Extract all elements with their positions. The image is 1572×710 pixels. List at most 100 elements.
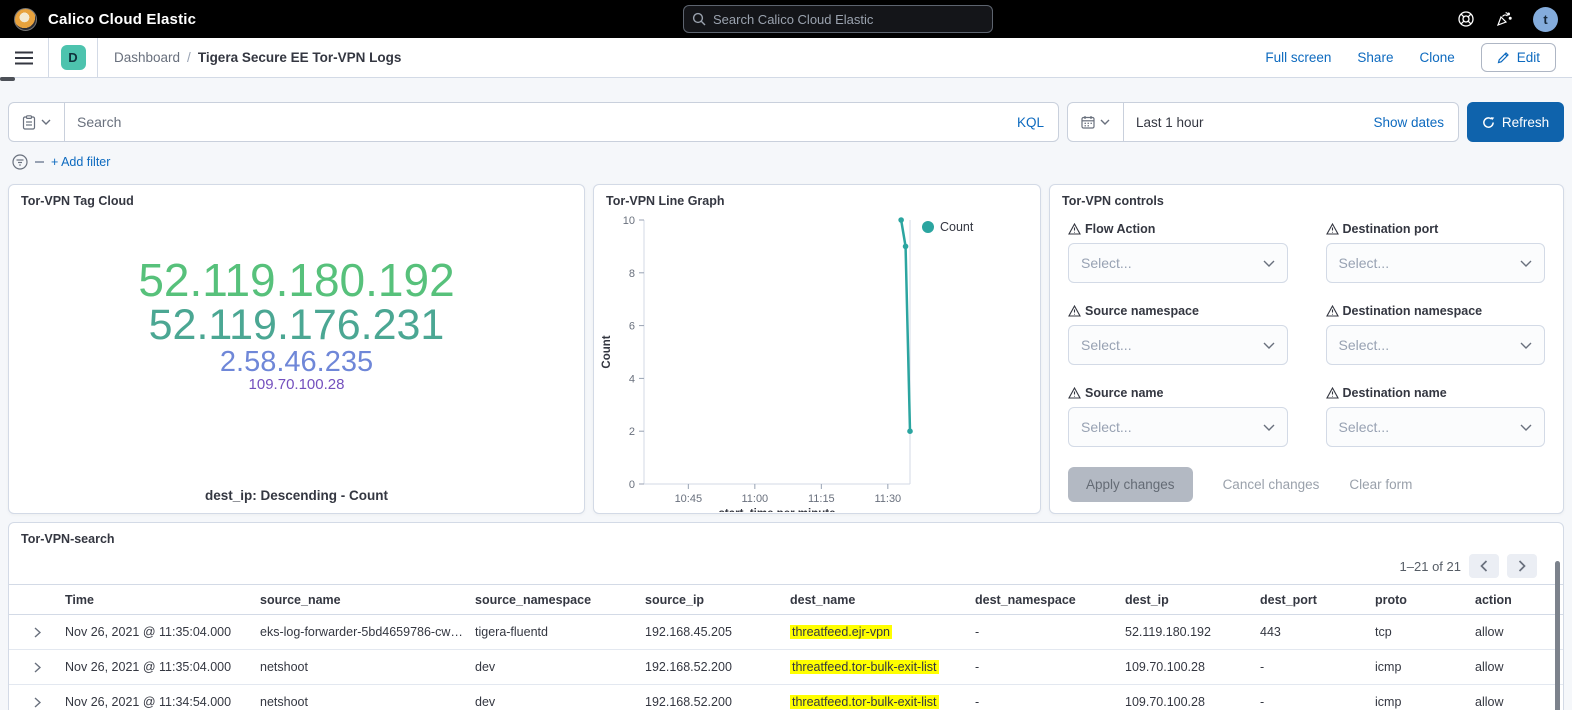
menu-hamburger-icon[interactable] [0,38,49,77]
control-select-source-name[interactable]: Select... [1068,407,1288,447]
cell-dest_ip: 109.70.100.28 [1125,695,1260,709]
legend-dot [922,221,934,233]
control-field: Source name Select... [1068,386,1288,447]
control-select-destination-namespace[interactable]: Select... [1326,325,1546,365]
controls-title: Tor-VPN controls [1050,185,1563,208]
control-select-source-namespace[interactable]: Select... [1068,325,1288,365]
svg-text:6: 6 [629,321,635,333]
svg-text:Count: Count [601,335,613,368]
tag-cloud-footer-label: dest_ip: Descending - Count [9,488,584,503]
refresh-button[interactable]: Refresh [1467,102,1564,142]
clear-form-button[interactable]: Clear form [1349,477,1412,492]
cell-dest_name: threatfeed.ejr-vpn [790,625,975,639]
cell-source_namespace: dev [475,695,645,709]
user-avatar[interactable]: t [1533,7,1558,32]
time-range-value[interactable]: Last 1 hour [1124,115,1204,130]
refresh-icon [1482,116,1495,129]
chevron-down-icon [1520,424,1532,431]
control-field: Destination namespace Select... [1326,304,1546,365]
kql-label[interactable]: KQL [1003,115,1058,130]
control-label: Source namespace [1068,304,1288,318]
control-select-destination-name[interactable]: Select... [1326,407,1546,447]
cell-source_name: netshoot [260,660,475,674]
table-row: Nov 26, 2021 @ 11:34:54.000netshootdev19… [9,685,1563,710]
warning-icon [1326,223,1339,235]
share-link[interactable]: Share [1357,50,1393,65]
tag-cloud-tag[interactable]: 109.70.100.28 [9,377,584,392]
warning-icon [1068,387,1081,399]
add-filter-link[interactable]: + Add filter [51,155,110,169]
calico-logo [14,8,37,31]
svg-text:2: 2 [629,426,635,438]
tag-cloud-tag[interactable]: 52.119.176.231 [9,304,584,348]
edit-button[interactable]: Edit [1481,43,1556,72]
clone-link[interactable]: Clone [1419,50,1454,65]
svg-text:4: 4 [629,373,635,385]
kql-search-input[interactable] [65,114,1003,130]
highlighted-value: threatfeed.tor-bulk-exit-list [790,660,939,674]
global-search-box[interactable] [683,5,993,33]
global-search-input[interactable] [713,12,984,27]
show-dates-link[interactable]: Show dates [1373,115,1458,130]
column-header-action: action [1475,593,1563,607]
table-scrollbar-thumb[interactable] [1555,561,1560,710]
column-header-time: Time [65,593,260,607]
warning-icon [1326,305,1339,317]
control-field: Destination portSelect... [1326,222,1546,283]
tag-cloud-tag[interactable]: 2.58.46.235 [9,348,584,378]
tag-cloud-panel: Tor-VPN Tag Cloud 52.119.180.19252.119.1… [8,184,585,514]
cell-action: allow [1475,695,1563,709]
dashboard-app-badge: D [61,45,86,70]
calendar-button[interactable] [1068,103,1124,141]
line-graph-title: Tor-VPN Line Graph [594,185,1040,208]
column-header-proto: proto [1375,593,1475,607]
row-expand-icon[interactable] [9,662,65,673]
cell-action: allow [1475,625,1563,639]
cell-time: Nov 26, 2021 @ 11:35:04.000 [65,625,260,639]
search-table-panel: Tor-VPN-search 1–21 of 21 Timesource_nam… [8,522,1564,710]
control-field: Flow ActionSelect... [1068,222,1288,283]
app-title: Calico Cloud Elastic [48,11,196,28]
column-header-source_ip: source_ip [645,593,790,607]
control-field: Destination name Select... [1326,386,1546,447]
pagination-prev-button[interactable] [1469,554,1499,578]
breadcrumb-dashboard[interactable]: Dashboard [114,50,180,65]
tag-cloud: 52.119.180.19252.119.176.2312.58.46.2351… [9,257,584,393]
saved-query-button[interactable] [9,103,65,141]
tag-cloud-title: Tor-VPN Tag Cloud [9,185,584,208]
cell-dest_ip: 109.70.100.28 [1125,660,1260,674]
warning-icon [1068,223,1081,235]
cell-dest_port: - [1260,660,1375,674]
cell-dest_name: threatfeed.tor-bulk-exit-list [790,660,975,674]
warning-icon [1326,387,1339,399]
control-select-destination-port[interactable]: Select... [1326,243,1546,283]
control-label: Destination name [1326,386,1546,400]
table-row: Nov 26, 2021 @ 11:35:04.000netshootdev19… [9,650,1563,685]
apply-changes-button[interactable]: Apply changes [1068,467,1193,502]
help-icon[interactable] [1457,10,1475,28]
legend-label[interactable]: Count [940,220,974,234]
svg-text:10:45: 10:45 [675,493,703,505]
cancel-changes-button[interactable]: Cancel changes [1223,477,1320,492]
chevron-down-icon [1520,342,1532,349]
line-chart[interactable]: 024681010:4511:0011:1511:30Countstart_ti… [598,212,1038,512]
row-expand-icon[interactable] [9,627,65,638]
control-label: Source name [1068,386,1288,400]
tag-cloud-tag[interactable]: 52.119.180.192 [9,257,584,304]
pagination-next-button[interactable] [1507,554,1537,578]
column-header-dest_namespace: dest_namespace [975,593,1125,607]
scrollbar-thumb[interactable] [0,77,15,81]
cell-source_namespace: tigera-fluentd [475,625,645,639]
cell-source_ip: 192.168.52.200 [645,695,790,709]
news-popper-icon[interactable] [1495,10,1513,28]
cell-source_name: netshoot [260,695,475,709]
filter-icon[interactable] [12,154,28,170]
row-expand-icon[interactable] [9,697,65,708]
control-label: Destination namespace [1326,304,1546,318]
full-screen-link[interactable]: Full screen [1265,50,1331,65]
control-select-flow-action[interactable]: Select... [1068,243,1288,283]
cell-dest_port: 443 [1260,625,1375,639]
cell-dest_namespace: - [975,695,1125,709]
control-field: Source namespace Select... [1068,304,1288,365]
search-table-title: Tor-VPN-search [9,523,1563,546]
